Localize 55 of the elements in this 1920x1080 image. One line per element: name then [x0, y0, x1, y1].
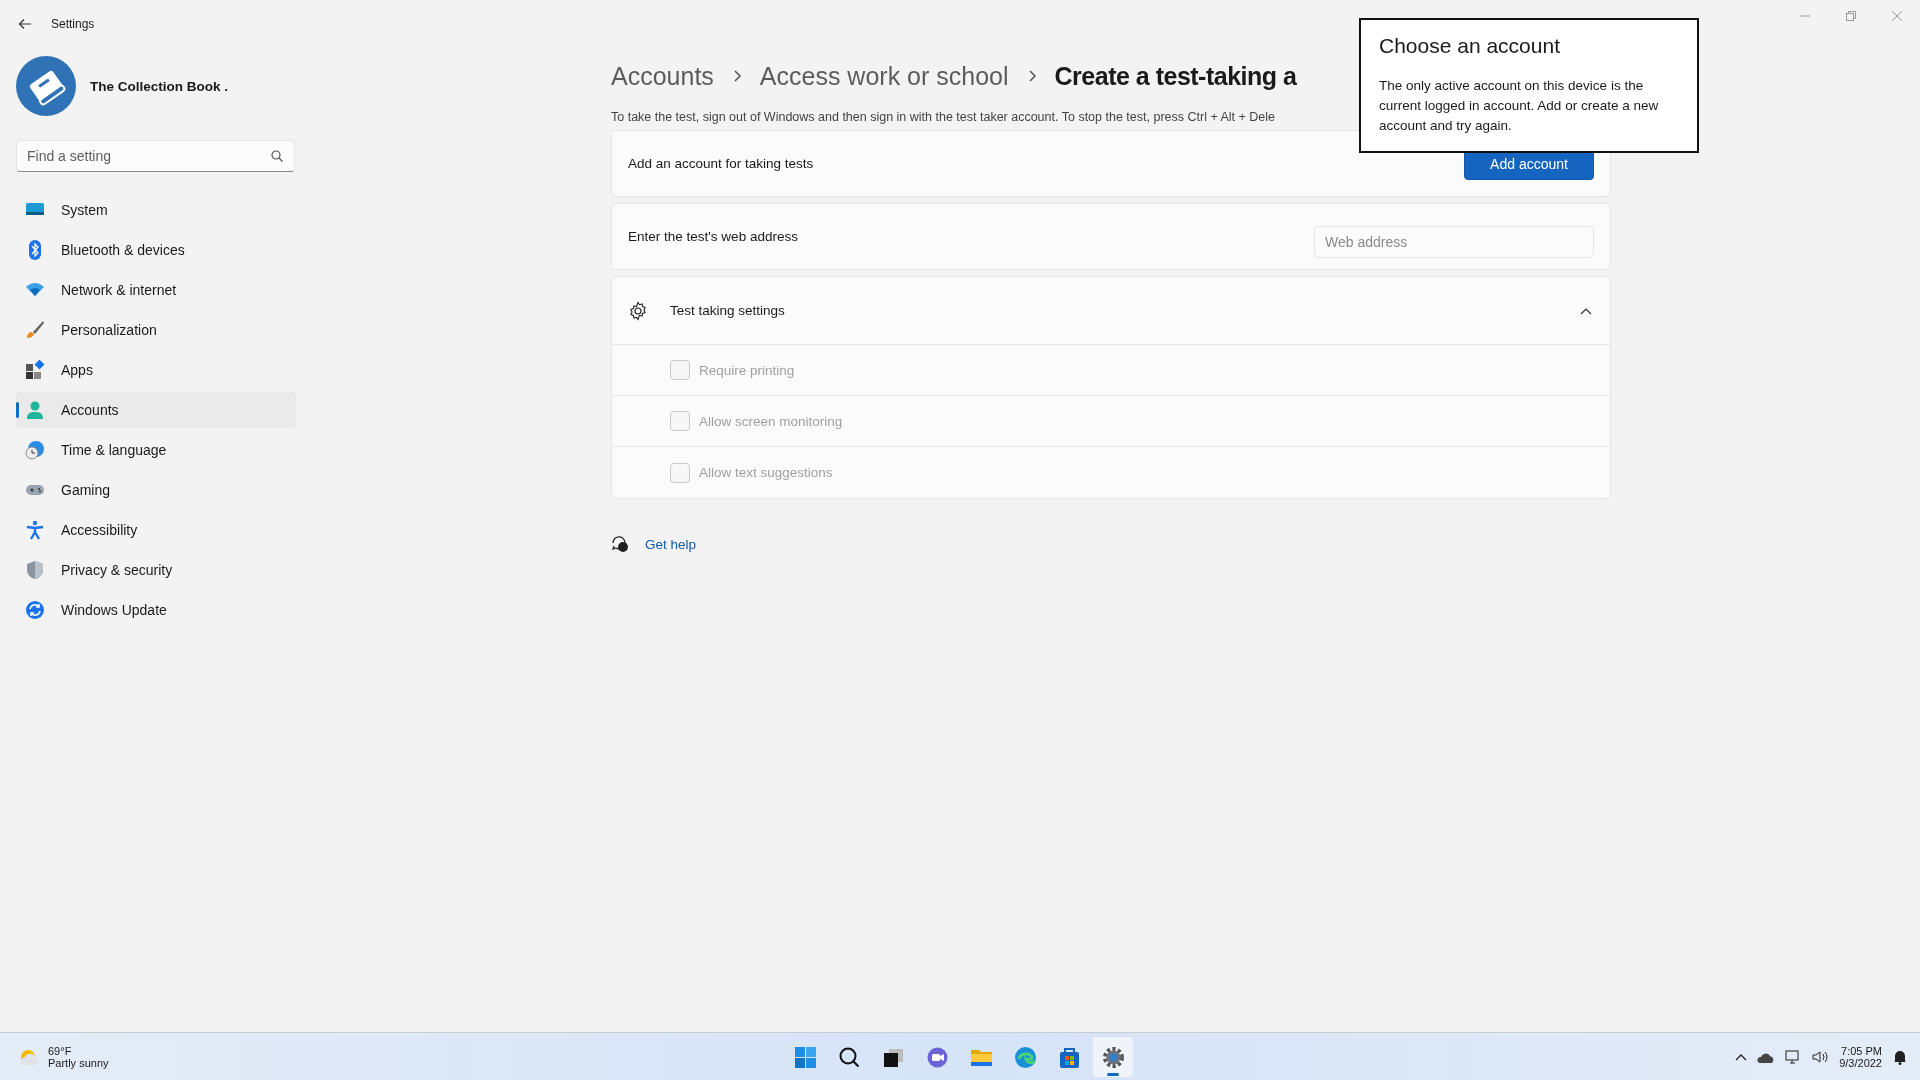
chevron-right-icon	[731, 69, 742, 83]
card-label: Enter the test's web address	[628, 229, 798, 244]
sidebar-item[interactable]: Bluetooth & devices	[16, 232, 296, 268]
paintbrush-icon	[25, 320, 45, 340]
breadcrumb-link[interactable]: Accounts	[611, 61, 714, 91]
accessibility-icon	[25, 520, 45, 540]
web-address-field[interactable]: Web address	[1314, 225, 1594, 258]
sidebar-item[interactable]: Windows Update	[16, 592, 296, 628]
sync-icon	[25, 600, 45, 620]
window-title: Settings	[51, 17, 95, 31]
sidebar-item[interactable]: Personalization	[16, 312, 296, 348]
search-field[interactable]: Find a setting	[16, 140, 295, 172]
page-title: Create a test-taking a	[1054, 61, 1297, 91]
sidebar-item[interactable]: Accessibility	[16, 512, 296, 548]
sidebar-item[interactable]: Network & internet	[16, 272, 296, 308]
restore-icon[interactable]	[1846, 11, 1856, 21]
sidebar-item[interactable]: Privacy & security	[16, 552, 296, 588]
globe-clock-icon	[25, 440, 45, 460]
card-label: Add an account for taking tests	[628, 156, 814, 171]
sidebar-item[interactable]: Gaming	[16, 472, 296, 508]
sidebar-item[interactable]: Apps	[16, 352, 296, 388]
expander-title: Test taking settings	[670, 303, 785, 318]
dialog-title: Choose an account	[1379, 34, 1561, 58]
close-icon[interactable]	[1892, 11, 1902, 21]
clock[interactable]: 7:05 PM 9/3/2022	[1839, 1044, 1882, 1069]
speaker-icon[interactable]	[1811, 1048, 1830, 1065]
sidebar-item[interactable]: Time & language	[16, 432, 296, 468]
sidebar-item[interactable]: System	[16, 192, 296, 228]
gear-icon	[628, 300, 648, 321]
weather-text: Partly sunny	[48, 1056, 109, 1069]
search-icon	[271, 150, 283, 162]
monitor-icon[interactable]	[1785, 1048, 1802, 1065]
chevron-right-icon	[1026, 69, 1037, 83]
chevron-up-icon[interactable]	[1735, 1052, 1748, 1061]
chevron-icon[interactable]	[1580, 306, 1592, 315]
back-icon[interactable]	[17, 16, 33, 32]
person-icon	[25, 400, 45, 420]
apps-icon	[25, 360, 45, 380]
shield-icon	[25, 560, 45, 580]
dialog-message: The only active account on this device is the current logged in account. Add or create a new account and try again.	[1379, 77, 1660, 135]
gear-icon	[1100, 1044, 1126, 1070]
notification-bell-icon[interactable]	[1892, 1048, 1908, 1065]
taskbar-app[interactable]	[1093, 1037, 1133, 1077]
help-link[interactable]: Get help	[645, 536, 697, 552]
temperature-text: 69°F	[48, 1044, 73, 1057]
book-avatar-icon	[16, 56, 76, 116]
selection-indicator	[16, 402, 19, 418]
account-name: The Collection Book .	[90, 78, 228, 94]
active-indicator	[1107, 1073, 1119, 1076]
help-chat-icon	[611, 535, 629, 553]
sidebar-item[interactable]: Accounts	[16, 392, 296, 428]
browser-icon	[1012, 1044, 1038, 1070]
breadcrumb-link[interactable]: Access work or school	[759, 61, 1009, 91]
windows-logo-icon	[792, 1044, 818, 1070]
description-text: To take the test, sign out of Windows and then sign in with the test taker account. To stop the test, press Ctrl + Alt + Dele	[611, 110, 1276, 124]
